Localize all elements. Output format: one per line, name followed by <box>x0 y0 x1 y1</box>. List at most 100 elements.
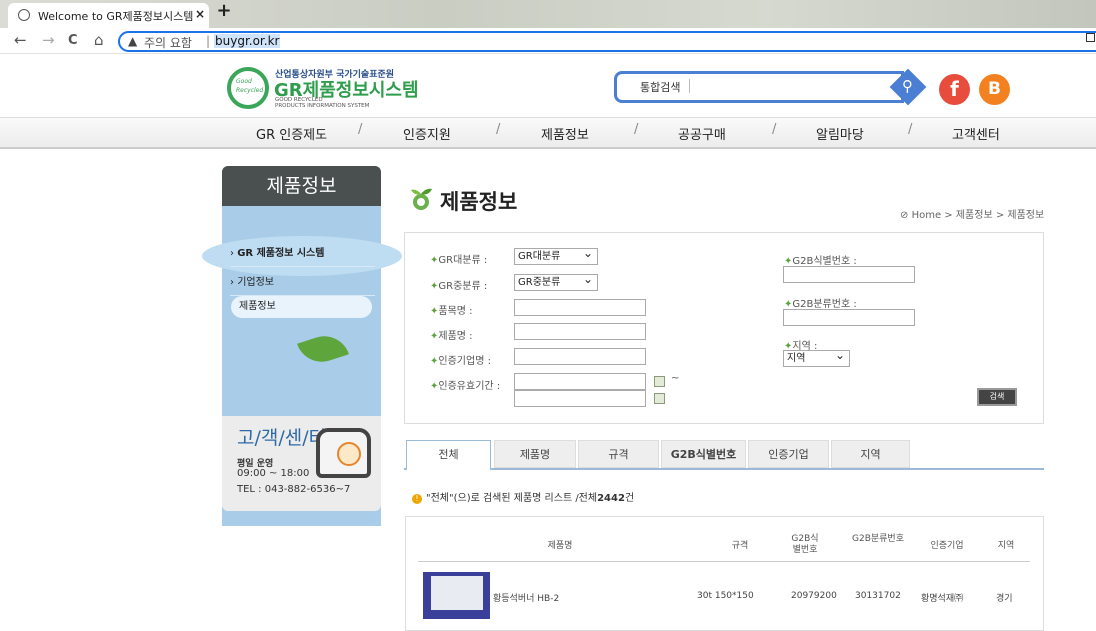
customer-center-title: 고/객/센/터 <box>237 427 327 449</box>
address-bar[interactable]: ▲ 주의 요함 | buygr.or.kr <box>118 31 1096 52</box>
count-value: 2442 <box>597 493 625 504</box>
gr-major-select[interactable]: GR대분류 <box>514 246 598 265</box>
gnb-cert-support[interactable]: 인증지원 <box>403 124 451 143</box>
table-divider <box>418 561 1030 562</box>
region-select[interactable]: 지역 <box>783 348 850 367</box>
logo-mark-text-1: Good <box>236 78 252 85</box>
gnb-gr-certification[interactable]: GR 인증제도 <box>256 124 327 143</box>
tab-company[interactable]: 인증기업 <box>748 440 829 468</box>
search-submit-button[interactable]: 검색 <box>977 388 1017 406</box>
reload-icon[interactable]: C <box>68 33 78 48</box>
g2b-id-label: ✦G2B식별번호 : <box>784 252 857 267</box>
tab-spec[interactable]: 규격 <box>578 440 659 468</box>
sidebar-item-gr-system[interactable]: › GR 제품정보 시스템 <box>230 244 375 267</box>
home-icon[interactable]: ⌂ <box>94 31 104 49</box>
gr-mid-label: ✦GR중분류 : <box>430 277 487 292</box>
main-navigation: GR 인증제도 / 인증지원 / 제품정보 / 공공구매 / 알림마당 / 고객… <box>0 117 1096 149</box>
gr-mid-select[interactable]: GR중분류 <box>514 272 598 291</box>
column-header-company: 인증기업 <box>930 541 964 551</box>
tab-product-name[interactable]: 제품명 <box>494 440 576 468</box>
cell-g2b-class: 30131702 <box>855 591 901 601</box>
product-name-label: ✦제품명 : <box>430 327 473 342</box>
validity-period-label: ✦인증유효기간 : <box>430 377 500 392</box>
unified-search: 통합검색 ⚲ <box>614 68 927 106</box>
search-form <box>404 232 1044 424</box>
logo-subtitle: GOOD RECYCLED PRODUCTS INFORMATION SYSTE… <box>275 97 369 109</box>
forward-arrow-icon[interactable]: → <box>42 31 55 49</box>
sidebar-item-product[interactable]: 제품정보 <box>231 296 372 318</box>
tab-g2b-id[interactable]: G2B식별번호 <box>661 440 746 468</box>
good-recycled-mark: Good Recycled <box>227 67 269 109</box>
result-table <box>405 516 1044 631</box>
period-end-input[interactable] <box>514 390 646 407</box>
phone-dial-icon <box>337 442 361 466</box>
logo-mark-text-2: Recycled <box>236 87 264 94</box>
browser-tab-strip: Welcome to GR제품정보시스템 × + <box>0 0 1096 28</box>
window-restore-icon[interactable] <box>1086 33 1095 42</box>
tab-all[interactable]: 전체 <box>406 440 491 471</box>
gnb-public-purchase[interactable]: 공공구매 <box>678 124 726 143</box>
label-text: 인증유효기간 : <box>438 381 501 392</box>
sidebar-item-company[interactable]: › 기업정보 <box>230 273 375 296</box>
period-start-input[interactable] <box>514 373 646 390</box>
column-header-g2b-class: G2B분류번호 <box>852 534 904 544</box>
logo-sub-2: PRODUCTS INFORMATION SYSTEM <box>275 103 370 109</box>
browser-tab[interactable]: Welcome to GR제품정보시스템 × <box>8 3 209 28</box>
search-label: 통합검색 <box>640 81 681 94</box>
calendar-icon[interactable] <box>654 376 665 387</box>
thumbnail-texture <box>431 576 483 610</box>
cell-company: 황명석재㈜ <box>921 594 964 604</box>
cell-g2b-id: 20979200 <box>791 591 837 601</box>
gnb-separator: / <box>634 122 639 137</box>
home-icon[interactable]: ⊘ <box>900 210 908 221</box>
gr-major-label: ✦GR대분류 : <box>430 251 487 266</box>
gnb-separator: / <box>358 122 363 137</box>
tab-region[interactable]: 지역 <box>831 440 910 468</box>
sidebar-title: 제품정보 <box>222 166 381 206</box>
item-name-input[interactable] <box>514 299 646 316</box>
blogger-icon[interactable]: B <box>979 74 1010 105</box>
sidebar: 제품정보 › GR 제품정보 시스템 › 기업정보 제품정보 고/객/센/터 평… <box>202 166 402 526</box>
site-logo[interactable]: Good Recycled 산업통상자원부 국가기술표준원 GR제품정보시스템 … <box>227 67 427 111</box>
info-icon: ! <box>412 494 422 504</box>
count-prefix: "전체"(으)로 검색된 제품명 리스트 /전체 <box>426 493 598 504</box>
page-title: 제품정보 <box>440 190 518 214</box>
period-tilde: ~ <box>671 373 680 384</box>
gnb-product-info[interactable]: 제품정보 <box>541 124 589 143</box>
new-tab-button[interactable]: + <box>213 2 235 22</box>
tab-title: Welcome to GR제품정보시스템 <box>38 10 194 23</box>
result-tabs: 전체 제품명 규격 G2B식별번호 인증기업 지역 <box>404 440 1044 471</box>
browser-toolbar: ← → C ⌂ ▲ 주의 요함 | buygr.or.kr <box>0 28 1096 54</box>
column-header-name: 제품명 <box>547 541 573 551</box>
back-arrow-icon[interactable]: ← <box>14 31 27 49</box>
product-name-input[interactable] <box>514 323 646 340</box>
breadcrumb-text[interactable]: Home > 제품정보 > 제품정보 <box>912 210 1045 221</box>
facebook-icon[interactable]: f <box>939 74 970 105</box>
cell-product-name[interactable]: 황등석버너 HB-2 <box>493 591 559 604</box>
search-divider <box>689 79 690 93</box>
gnb-customer-center[interactable]: 고객센터 <box>952 124 1000 143</box>
url-text[interactable]: buygr.or.kr <box>214 34 281 48</box>
security-status[interactable]: 주의 요함 <box>144 34 192 51</box>
warning-triangle-icon[interactable]: ▲ <box>128 34 137 48</box>
address-divider: | <box>206 34 211 48</box>
label-text: GR대분류 : <box>438 255 488 266</box>
tab-close-icon[interactable]: × <box>195 7 205 21</box>
sidebar-item-label: 기업정보 <box>237 277 274 288</box>
globe-icon <box>18 9 30 21</box>
column-header-g2b-id: G2B식별번호 <box>791 534 819 555</box>
g2b-id-input[interactable] <box>783 266 915 283</box>
cs-hours: 09:00 ~ 18:00 <box>237 468 310 479</box>
item-name-label: ✦품목명 : <box>430 302 473 317</box>
product-thumbnail[interactable] <box>423 572 490 619</box>
g2b-class-input[interactable] <box>783 309 915 326</box>
gnb-notice[interactable]: 알림마당 <box>816 124 864 143</box>
cell-spec: 30t 150*150 <box>697 591 754 601</box>
gnb-separator: / <box>496 122 501 137</box>
column-header-region: 지역 <box>997 541 1015 551</box>
company-name-input[interactable] <box>514 348 646 365</box>
search-icon[interactable]: ⚲ <box>902 77 913 95</box>
count-suffix: 건 <box>624 493 635 504</box>
label-text: GR중분류 : <box>438 281 488 292</box>
calendar-icon[interactable] <box>654 393 665 404</box>
